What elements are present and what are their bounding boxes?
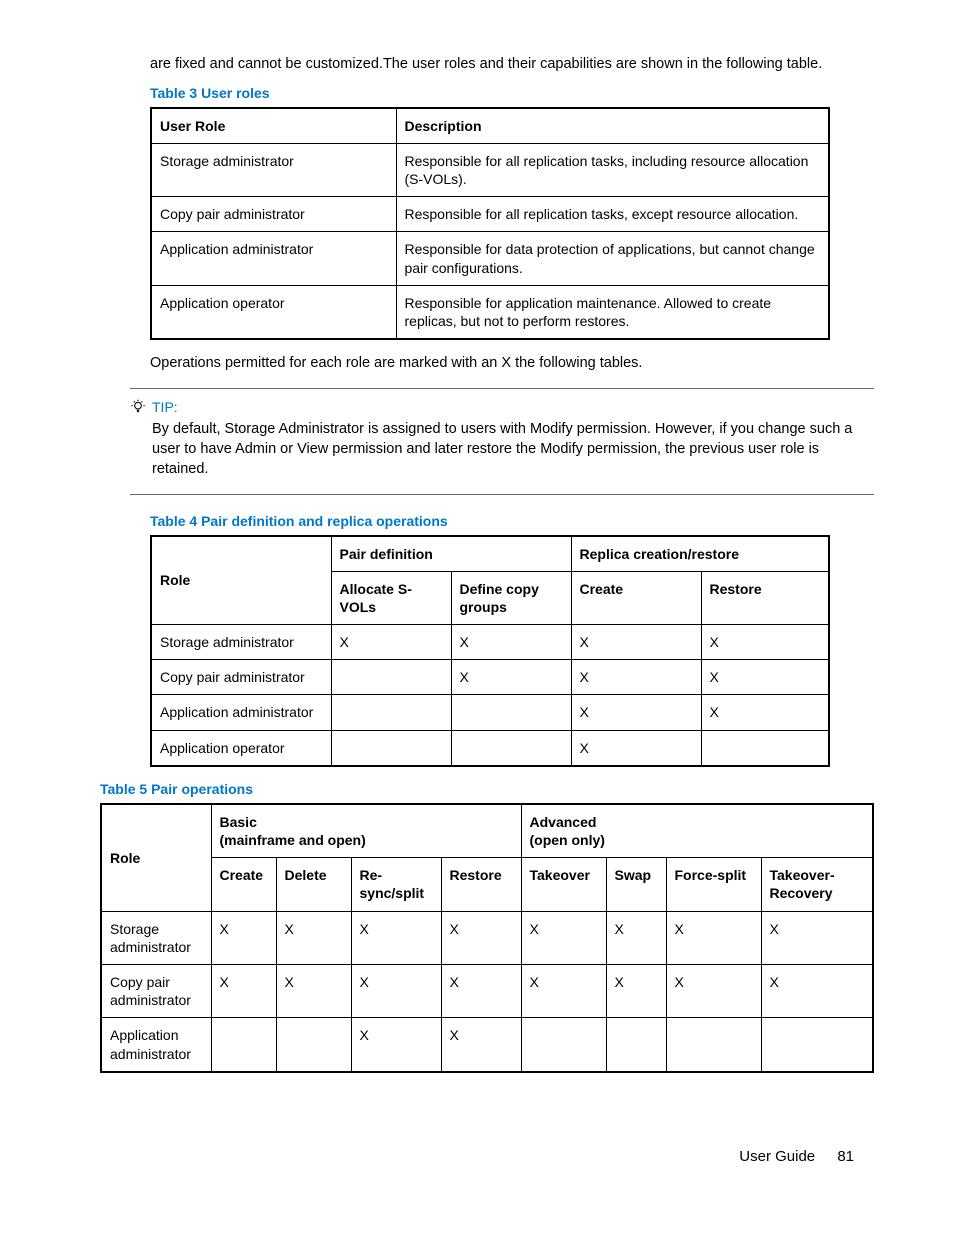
- table4-group1: Pair definition: [331, 536, 571, 572]
- tip-body: By default, Storage Administrator is ass…: [152, 419, 874, 480]
- table5-caption: Table 5 Pair operations: [100, 781, 874, 797]
- table-row: Storage administrator Responsible for al…: [151, 143, 829, 196]
- table4-group2: Replica creation/restore: [571, 536, 829, 572]
- table3-header-role: User Role: [151, 108, 396, 144]
- tip-block: TIP: By default, Storage Administrator i…: [130, 388, 874, 495]
- tip-label: TIP:: [152, 399, 178, 415]
- table-row: Storage administrator X X X X: [151, 625, 829, 660]
- table3-caption: Table 3 User roles: [150, 85, 874, 101]
- footer-label: User Guide: [739, 1148, 815, 1165]
- table3: User Role Description Storage administra…: [150, 107, 830, 341]
- intro-paragraph: are fixed and cannot be customized.The u…: [150, 55, 874, 75]
- table-row: Application administrator Responsible fo…: [151, 232, 829, 285]
- lightbulb-icon: [130, 399, 146, 415]
- table-row: Copy pair administrator Responsible for …: [151, 197, 829, 232]
- table-row: Application operator Responsible for app…: [151, 285, 829, 339]
- table5-role-header: Role: [101, 804, 211, 911]
- table-row: Storage administrator X X X X X X X X: [101, 911, 873, 964]
- table-row: Copy pair administrator X X X: [151, 660, 829, 695]
- table-row: Application administrator X X: [101, 1018, 873, 1072]
- page-number: 81: [837, 1148, 854, 1165]
- table5: Role Basic (mainframe and open) Advanced…: [100, 803, 874, 1073]
- table5-group2: Advanced (open only): [521, 804, 873, 858]
- table5-group1: Basic (mainframe and open): [211, 804, 521, 858]
- table-row: Application administrator X X: [151, 695, 829, 730]
- table4: Role Pair definition Replica creation/re…: [150, 535, 830, 767]
- table-row: Copy pair administrator X X X X X X X X: [101, 964, 873, 1017]
- table-row: Application operator X: [151, 730, 829, 766]
- mid-paragraph: Operations permitted for each role are m…: [150, 354, 874, 374]
- table4-role-header: Role: [151, 536, 331, 625]
- table4-caption: Table 4 Pair definition and replica oper…: [150, 513, 874, 529]
- table3-header-desc: Description: [396, 108, 829, 144]
- page-footer: User Guide 81: [739, 1148, 854, 1165]
